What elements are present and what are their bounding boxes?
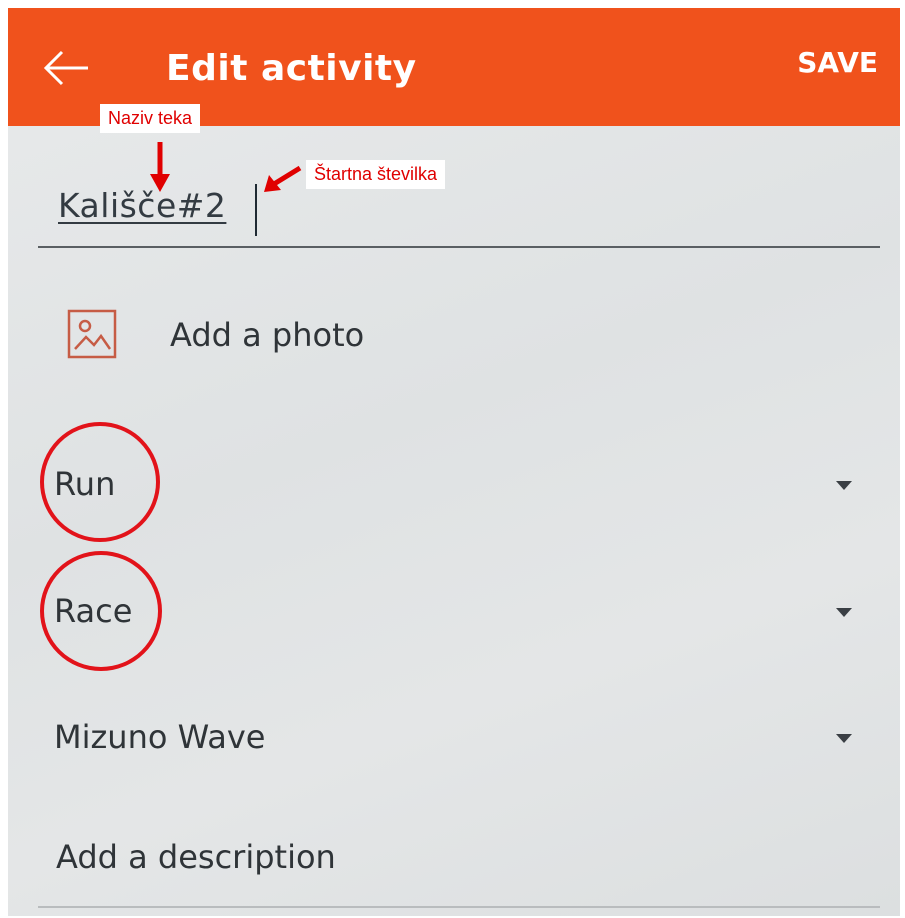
gear-value: Mizuno Wave	[54, 718, 266, 756]
description-underline	[38, 906, 880, 908]
activity-name-input[interactable]: Kališče#2	[58, 186, 226, 225]
annotation-number-label: Štartna številka	[306, 160, 446, 189]
workout-type-select[interactable]: Race	[40, 580, 872, 640]
sport-type-select[interactable]: Run	[40, 453, 872, 513]
description-input[interactable]: Add a description	[56, 838, 336, 876]
arrow-left-icon	[43, 50, 88, 86]
activity-name-underline	[38, 246, 880, 248]
page-title: Edit activity	[166, 48, 417, 89]
text-cursor	[255, 184, 257, 236]
edit-activity-screen: Edit activity SAVE Naziv teka Štartna št…	[8, 8, 900, 916]
image-icon	[67, 309, 117, 359]
caret-down-icon	[836, 734, 852, 743]
back-button[interactable]	[42, 48, 92, 88]
sport-type-value: Run	[54, 465, 116, 503]
caret-down-icon	[836, 481, 852, 490]
caret-down-icon	[836, 608, 852, 617]
annotation-name-label: Naziv teka	[100, 104, 201, 133]
save-button[interactable]: SAVE	[797, 46, 878, 79]
workout-type-value: Race	[54, 592, 133, 630]
add-photo-label: Add a photo	[170, 316, 365, 354]
add-photo-button[interactable]: Add a photo	[66, 308, 586, 368]
gear-select[interactable]: Mizuno Wave	[40, 706, 872, 766]
